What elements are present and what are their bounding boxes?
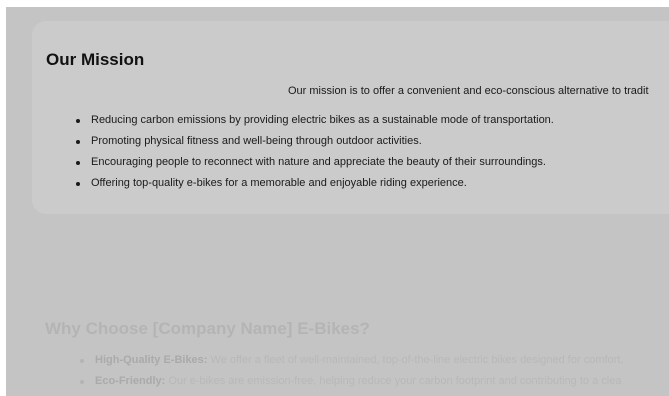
- bullet-icon: [80, 359, 84, 363]
- mission-intro-text: Our mission is to offer a convenient and…: [288, 85, 649, 97]
- mission-list-item: Reducing carbon emissions by providing e…: [74, 110, 554, 131]
- mission-section: Our Mission Our mission is to offer a co…: [32, 21, 669, 214]
- feature-label: Eco-Friendly:: [95, 375, 166, 387]
- feature-text: We offer a fleet of well-maintained, top…: [207, 354, 624, 366]
- mission-list-item: Promoting physical fitness and well-bein…: [74, 131, 554, 152]
- bullet-icon: [80, 380, 84, 384]
- why-choose-list-item: Eco-Friendly: Our e-bikes are emission-f…: [78, 371, 623, 392]
- mission-item-text: Promoting physical fitness and well-bein…: [91, 135, 422, 147]
- mission-list-item: Encouraging people to reconnect with nat…: [74, 152, 554, 173]
- mission-item-text: Encouraging people to reconnect with nat…: [91, 156, 546, 168]
- mission-list: Reducing carbon emissions by providing e…: [74, 110, 554, 194]
- why-choose-list: High-Quality E-Bikes: We offer a fleet o…: [78, 350, 623, 392]
- why-choose-title: Why Choose [Company Name] E-Bikes?: [45, 319, 370, 338]
- mission-item-text: Offering top-quality e-bikes for a memor…: [91, 177, 467, 189]
- bullet-icon: [76, 161, 80, 165]
- bullet-icon: [76, 119, 80, 123]
- mission-title: Our Mission: [46, 50, 145, 69]
- feature-text: Our e-bikes are emission-free, helping r…: [165, 375, 622, 387]
- mission-list-item: Offering top-quality e-bikes for a memor…: [74, 173, 554, 194]
- why-choose-list-item: High-Quality E-Bikes: We offer a fleet o…: [78, 350, 623, 371]
- feature-label: High-Quality E-Bikes:: [95, 354, 208, 366]
- mission-item-text: Reducing carbon emissions by providing e…: [91, 114, 554, 126]
- bullet-icon: [76, 182, 80, 186]
- dimmed-page-content: Our Mission Our mission is to offer a co…: [6, 7, 669, 396]
- bullet-icon: [76, 140, 80, 144]
